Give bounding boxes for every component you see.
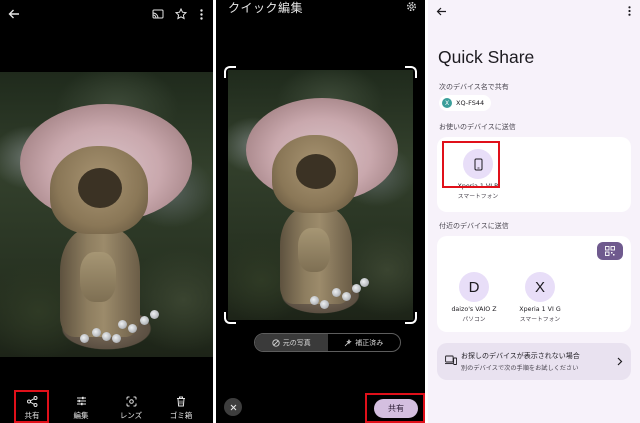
nearby-devices-label: 付近のデバイスに送信 (439, 222, 509, 230)
device-type: スマートフォン (457, 194, 499, 200)
trash-icon (174, 394, 188, 408)
crop-handle-bottom-left[interactable] (224, 312, 236, 324)
crop-handle-top-left[interactable] (224, 66, 236, 78)
statue-hands (80, 252, 116, 302)
cast-icon[interactable] (150, 7, 166, 21)
back-arrow-icon[interactable] (434, 5, 448, 17)
sliders-icon (74, 394, 88, 408)
page-title: Quick Share (438, 47, 535, 67)
quick-edit-title: クイック編集 (228, 1, 304, 15)
crop-handle-bottom-right[interactable] (405, 312, 417, 324)
qr-code-icon (605, 246, 615, 256)
share-as-label: 次のデバイス名で共有 (439, 83, 509, 91)
photo-preview[interactable] (228, 70, 413, 320)
crop-handle-top-right[interactable] (405, 66, 417, 78)
quick-edit-panel: クイック編集 元の写真 補正済み 共有 (216, 0, 425, 423)
device-name: XQ-FS44 (456, 99, 485, 107)
settings-icon[interactable] (404, 0, 418, 12)
device-avatar: D (459, 272, 489, 302)
device-name-chip[interactable]: X XQ-FS44 (439, 95, 492, 111)
edit-button[interactable]: 編集 (61, 389, 101, 423)
more-vert-icon[interactable] (196, 7, 206, 21)
help-title: お探しのデバイスが表示されない場合 (461, 352, 580, 360)
device-xperia-1-vi-g[interactable]: X Xperia 1 VI G スマートフォン (509, 272, 571, 323)
star-icon[interactable] (173, 6, 189, 21)
share-highlight-box (14, 390, 49, 423)
enhanced-option[interactable]: 補正済み (328, 334, 401, 351)
device-highlight-box (442, 141, 500, 188)
device-name: Xperia 1 VI G (519, 306, 561, 313)
close-icon (229, 403, 237, 411)
back-arrow-icon[interactable] (6, 7, 22, 21)
lens-button[interactable]: レンズ (111, 389, 151, 423)
lens-label: レンズ (119, 411, 143, 420)
quick-share-panel: Quick Share 次のデバイス名で共有 X XQ-FS44 お使いのデバイ… (428, 0, 640, 423)
chevron-right-icon (615, 356, 625, 366)
enhanced-label: 補正済み (355, 338, 384, 347)
device-type: パソコン (462, 317, 486, 323)
device-avatar: X (525, 272, 555, 302)
help-subtitle: 別のデバイスで次の手順をお試しください (461, 365, 579, 372)
my-devices-label: お使いのデバイスに送信 (439, 123, 516, 131)
device-vaio-z[interactable]: D daizo's VAIO Z パソコン (443, 272, 505, 323)
statue-mouth (296, 154, 336, 189)
device-type: スマートフォン (519, 317, 561, 323)
photo-viewer-panel: 共有 編集 レンズ ゴミ箱 (0, 0, 213, 423)
original-photo-label: 元の写真 (282, 338, 311, 347)
original-photo-option[interactable]: 元の写真 (255, 334, 328, 351)
lens-icon (124, 394, 138, 408)
enhance-toggle: 元の写真 補正済み (254, 333, 401, 352)
statue-mouth (78, 168, 122, 208)
trash-button[interactable]: ゴミ箱 (161, 389, 201, 423)
devices-icon (445, 354, 457, 366)
more-vert-icon[interactable] (625, 5, 633, 17)
device-name: daizo's VAIO Z (451, 306, 497, 313)
device-initial: X (442, 98, 452, 108)
help-card[interactable]: お探しのデバイスが表示されない場合 別のデバイスで次の手順をお試しください (437, 343, 631, 380)
share-highlight-box (365, 393, 425, 423)
nearby-devices-card: D daizo's VAIO Z パソコン X Xperia 1 VI G スマ… (437, 236, 631, 332)
trash-label: ゴミ箱 (169, 411, 193, 420)
original-photo-icon (272, 338, 280, 347)
sparkle-icon (344, 338, 352, 347)
statue-hands (298, 228, 330, 272)
close-button[interactable] (224, 398, 242, 416)
edit-label: 編集 (73, 411, 89, 420)
qr-code-button[interactable] (597, 242, 623, 260)
photo-jizo-statue[interactable] (0, 72, 213, 357)
